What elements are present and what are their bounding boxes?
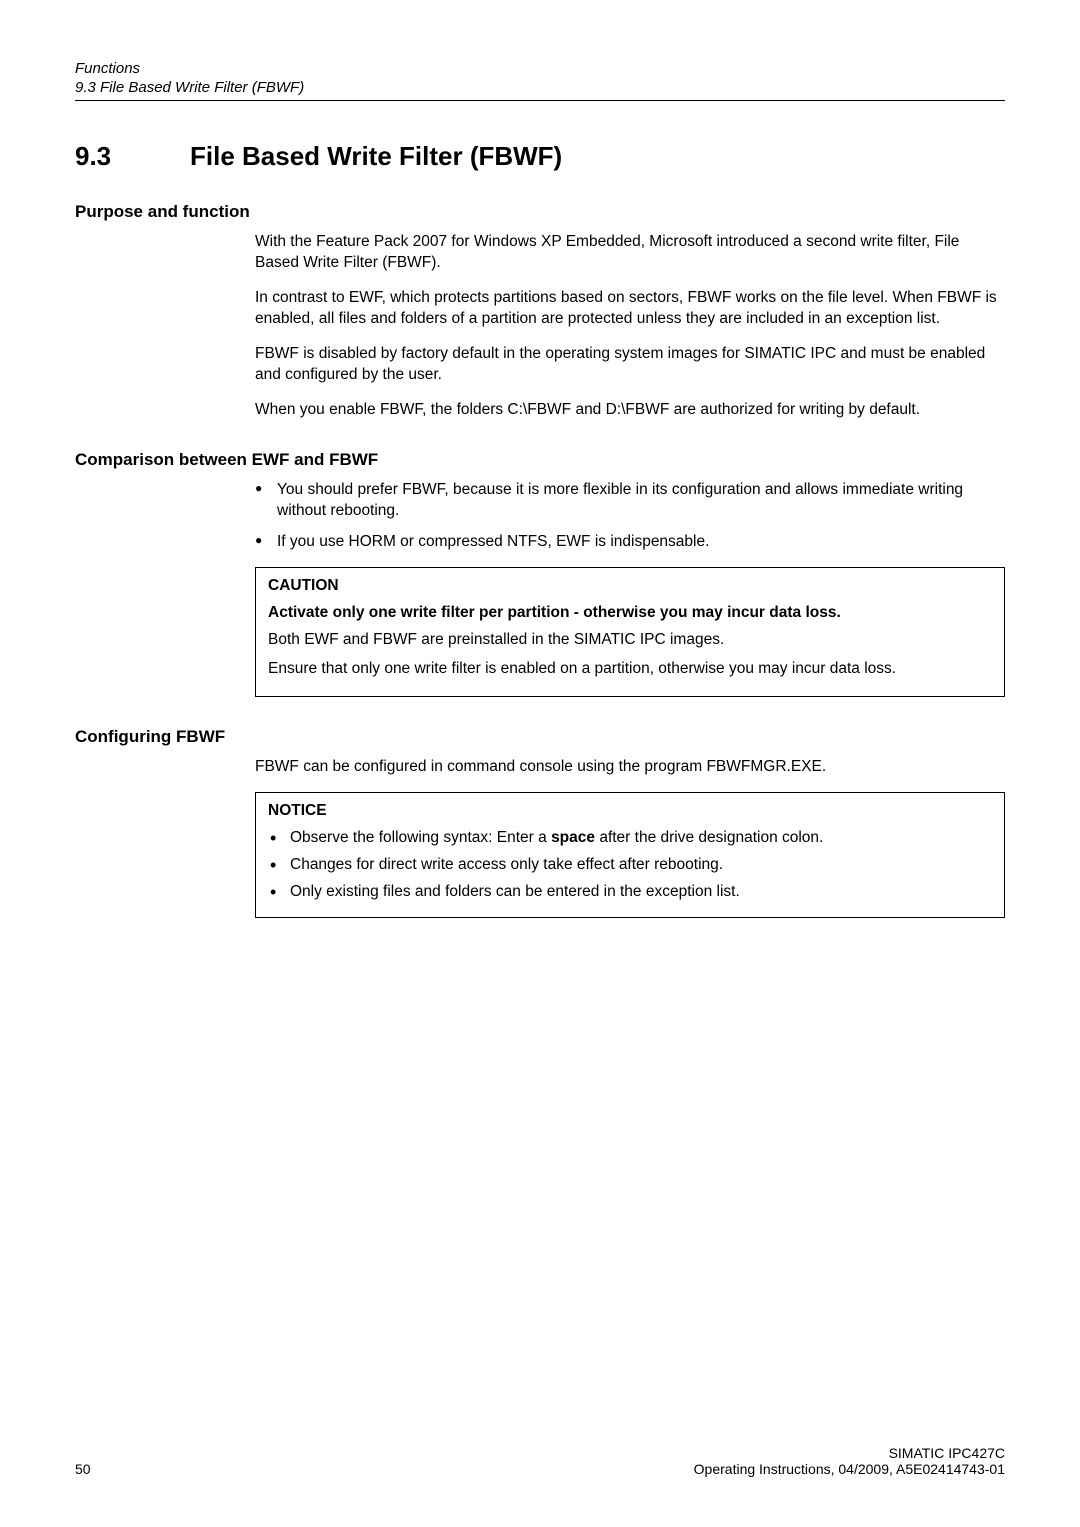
configuring-p1: FBWF can be configured in command consol…: [255, 757, 1005, 778]
page-number: 50: [75, 1461, 91, 1477]
purpose-p3: FBWF is disabled by factory default in t…: [255, 344, 1005, 386]
section-title: File Based Write Filter (FBWF): [190, 141, 562, 171]
configuring-body: FBWF can be configured in command consol…: [255, 757, 1005, 918]
caution-title: Activate only one write filter per parti…: [268, 603, 992, 624]
purpose-body: With the Feature Pack 2007 for Windows X…: [255, 232, 1005, 420]
footer-docinfo: Operating Instructions, 04/2009, A5E0241…: [694, 1461, 1005, 1477]
footer-product: SIMATIC IPC427C: [694, 1445, 1005, 1461]
caution-label: CAUTION: [268, 576, 992, 597]
running-header-title: Functions: [75, 60, 1005, 77]
running-header-section: 9.3 File Based Write Filter (FBWF): [75, 79, 1005, 101]
caution-p2: Ensure that only one write filter is ena…: [268, 659, 992, 680]
comparison-heading: Comparison between EWF and FBWF: [75, 450, 1005, 470]
list-item: Changes for direct write access only tak…: [268, 855, 992, 876]
section-number: 9.3: [75, 141, 190, 172]
configuring-heading: Configuring FBWF: [75, 727, 1005, 747]
caution-box: CAUTION Activate only one write filter p…: [255, 567, 1005, 697]
section-heading: 9.3File Based Write Filter (FBWF): [75, 141, 1005, 172]
purpose-p2: In contrast to EWF, which protects parti…: [255, 288, 1005, 330]
footer-right: SIMATIC IPC427C Operating Instructions, …: [694, 1445, 1005, 1477]
purpose-heading: Purpose and function: [75, 202, 1005, 222]
page-footer: 50 SIMATIC IPC427C Operating Instruction…: [75, 1445, 1005, 1477]
notice-bullets: Observe the following syntax: Enter a sp…: [268, 828, 992, 903]
comparison-body: You should prefer FBWF, because it is mo…: [255, 480, 1005, 696]
caution-p1: Both EWF and FBWF are preinstalled in th…: [268, 630, 992, 651]
list-item: Observe the following syntax: Enter a sp…: [268, 828, 992, 849]
notice-label: NOTICE: [268, 801, 992, 822]
notice-b1-post: after the drive designation colon.: [595, 829, 823, 846]
comparison-bullets: You should prefer FBWF, because it is mo…: [255, 480, 1005, 553]
notice-box: NOTICE Observe the following syntax: Ent…: [255, 792, 1005, 918]
notice-b1-pre: Observe the following syntax: Enter a: [290, 829, 551, 846]
purpose-p1: With the Feature Pack 2007 for Windows X…: [255, 232, 1005, 274]
notice-b1-bold: space: [551, 829, 595, 846]
list-item: If you use HORM or compressed NTFS, EWF …: [255, 532, 1005, 553]
list-item: Only existing files and folders can be e…: [268, 882, 992, 903]
purpose-p4: When you enable FBWF, the folders C:\FBW…: [255, 400, 1005, 421]
list-item: You should prefer FBWF, because it is mo…: [255, 480, 1005, 522]
